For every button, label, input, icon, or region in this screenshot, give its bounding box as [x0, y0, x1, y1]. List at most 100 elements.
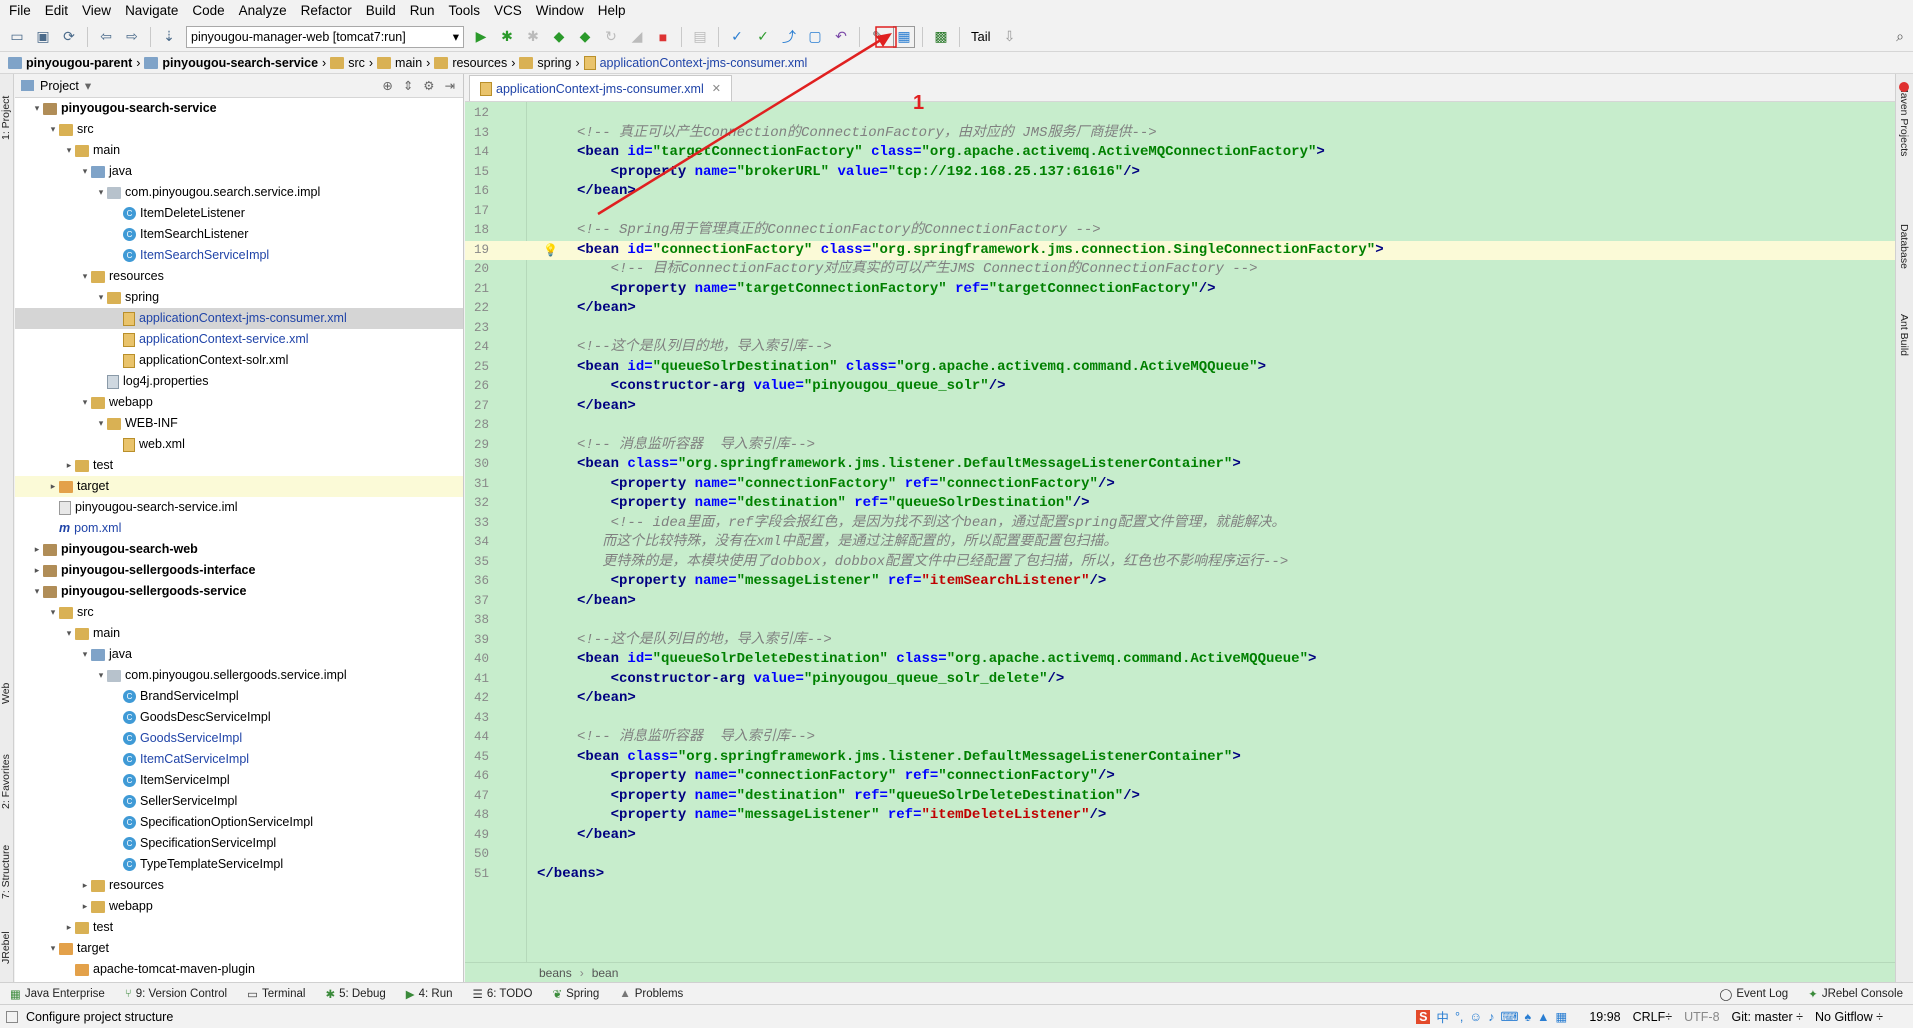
tool-window-structure[interactable]: 7: Structure: [0, 819, 14, 899]
menu-analyze[interactable]: Analyze: [232, 0, 294, 22]
vcs-history-icon[interactable]: ▢: [804, 26, 826, 48]
menu-file[interactable]: File: [2, 0, 38, 22]
tree-node[interactable]: C ItemSearchListener: [15, 224, 463, 245]
project-panel-title[interactable]: Project: [40, 79, 79, 93]
gear-icon[interactable]: ⚙: [423, 78, 434, 93]
code-line[interactable]: 33 <!-- idea里面，ref字段会报红色，是因为找不到这个bean，通过…: [465, 514, 1895, 533]
code-line[interactable]: 22 </bean>: [465, 299, 1895, 318]
run-icon[interactable]: ▶: [470, 26, 492, 48]
tree-node[interactable]: ▾ java: [15, 644, 463, 665]
menu-help[interactable]: Help: [591, 0, 633, 22]
code-line[interactable]: 23: [465, 319, 1895, 338]
breadcrumb-item[interactable]: main: [373, 56, 426, 70]
breadcrumb-item[interactable]: resources: [430, 56, 511, 70]
cursor-position[interactable]: 19:98: [1589, 1010, 1620, 1024]
expand-arrow-icon[interactable]: ▾: [47, 119, 59, 140]
sogou-ime-icon[interactable]: S: [1416, 1009, 1431, 1024]
expand-arrow-icon[interactable]: ▸: [63, 917, 75, 938]
expand-arrow-icon[interactable]: ▾: [47, 602, 59, 623]
collapse-all-icon[interactable]: ⇕: [403, 78, 413, 93]
tree-node[interactable]: ▾ main: [15, 140, 463, 161]
code-line[interactable]: 42 </bean>: [465, 689, 1895, 708]
tool-run[interactable]: ▶ 4: Run: [396, 987, 463, 1001]
search-everywhere-icon[interactable]: ⌕: [1889, 26, 1911, 48]
jrebel-run-icon[interactable]: ◆: [548, 26, 570, 48]
tree-node[interactable]: ▾ com.pinyougou.search.service.impl: [15, 182, 463, 203]
tree-node[interactable]: C SpecificationOptionServiceImpl: [15, 812, 463, 833]
code-line[interactable]: 35 更特殊的是，本模块使用了dobbox，dobbox配置文件中已经配置了包扫…: [465, 553, 1895, 572]
sdk-manager-icon[interactable]: ▩: [930, 26, 952, 48]
expand-arrow-icon[interactable]: ▾: [95, 182, 107, 203]
code-line[interactable]: 14 <bean id="targetConnectionFactory" cla…: [465, 143, 1895, 162]
tree-node[interactable]: ▾ pinyougou-sellergoods-service: [15, 581, 463, 602]
tree-node[interactable]: C GoodsDescServiceImpl: [15, 707, 463, 728]
run-config-select[interactable]: pinyougou-manager-web [tomcat7:run] ▾: [186, 25, 464, 48]
code-line[interactable]: 44 <!-- 消息监听容器 导入索引库-->: [465, 728, 1895, 747]
expand-arrow-icon[interactable]: ▾: [79, 161, 91, 182]
expand-arrow-icon[interactable]: ▸: [63, 455, 75, 476]
tool-window-maven[interactable]: Maven Projects: [1898, 84, 1910, 184]
editor-crumb-beans[interactable]: beans: [539, 966, 572, 980]
menu-tools[interactable]: Tools: [442, 0, 488, 22]
code-line[interactable]: 41 <constructor-arg value="pinyougou_que…: [465, 670, 1895, 689]
expand-arrow-icon[interactable]: ▾: [31, 98, 43, 119]
breadcrumb-item[interactable]: pinyougou-parent: [4, 56, 136, 70]
tool-terminal[interactable]: ▭ Terminal: [237, 987, 315, 1001]
tree-node[interactable]: log4j.properties: [15, 371, 463, 392]
expand-arrow-icon[interactable]: ▸: [47, 476, 59, 497]
code-line[interactable]: 12: [465, 104, 1895, 123]
expand-arrow-icon[interactable]: ▾: [79, 644, 91, 665]
tool-spring[interactable]: ❦ Spring: [542, 987, 609, 1001]
tree-node[interactable]: ▸ target: [15, 476, 463, 497]
tree-node[interactable]: ▸ pinyougou-sellergoods-interface: [15, 560, 463, 581]
debug-icon[interactable]: ✱: [496, 26, 518, 48]
open-folder-icon[interactable]: ▭: [6, 26, 28, 48]
tool-java-enterprise[interactable]: ▦ Java Enterprise: [0, 987, 115, 1001]
code-line[interactable]: 18 <!-- Spring用于管理真正的ConnectionFactory的Co…: [465, 221, 1895, 240]
tree-node[interactable]: C GoodsServiceImpl: [15, 728, 463, 749]
gitflow-status[interactable]: No Gitflow ÷: [1815, 1010, 1883, 1024]
code-line[interactable]: 20 <!-- 目标ConnectionFactory对应真实的可以产生JMS …: [465, 260, 1895, 279]
tree-node[interactable]: ▾ pinyougou-search-service: [15, 98, 463, 119]
menu-build[interactable]: Build: [359, 0, 403, 22]
revert-icon[interactable]: ↶: [830, 26, 852, 48]
tree-node[interactable]: ▾ WEB-INF: [15, 413, 463, 434]
expand-arrow-icon[interactable]: ▾: [95, 665, 107, 686]
tree-node[interactable]: ▾ java: [15, 161, 463, 182]
code-line[interactable]: 28: [465, 416, 1895, 435]
editor-crumb-bean[interactable]: bean: [592, 966, 619, 980]
code-line[interactable]: 40 <bean id="queueSolrDeleteDestination" …: [465, 650, 1895, 669]
file-encoding[interactable]: UTF-8: [1684, 1010, 1719, 1024]
tool-window-jrebel[interactable]: JRebel: [0, 909, 14, 964]
code-line[interactable]: 24 <!--这个是队列目的地，导入索引库-->: [465, 338, 1895, 357]
ime-keyboard-icon[interactable]: ⌨: [1500, 1009, 1518, 1024]
tool-version-control[interactable]: ⑂ 9: Version Control: [115, 988, 237, 1000]
code-line[interactable]: 36 <property name="messageListener" ref=…: [465, 572, 1895, 591]
expand-arrow-icon[interactable]: ▸: [31, 560, 43, 581]
tool-window-ant[interactable]: Ant Build: [1898, 314, 1910, 374]
expand-arrow-icon[interactable]: ▾: [79, 266, 91, 287]
tree-node[interactable]: ▾ src: [15, 602, 463, 623]
code-line[interactable]: 16 </bean>: [465, 182, 1895, 201]
tool-problems[interactable]: ▲ Problems: [609, 988, 693, 1000]
breadcrumb-item[interactable]: pinyougou-search-service: [140, 56, 322, 70]
menu-refactor[interactable]: Refactor: [294, 0, 359, 22]
tool-window-favorites[interactable]: 2: Favorites: [0, 729, 14, 809]
tree-node[interactable]: ▾ spring: [15, 287, 463, 308]
save-icon[interactable]: ▣: [32, 26, 54, 48]
ime-grid-icon[interactable]: ▦: [1556, 1009, 1568, 1024]
jrebel-debug-icon[interactable]: ◆: [574, 26, 596, 48]
code-line[interactable]: 37 </bean>: [465, 592, 1895, 611]
tree-node[interactable]: web.xml: [15, 434, 463, 455]
code-line[interactable]: 19 <bean id="connectionFactory" class="or…: [465, 240, 1895, 260]
tree-node[interactable]: pinyougou-search-service.iml: [15, 497, 463, 518]
back-icon[interactable]: ⇦: [95, 26, 117, 48]
code-line[interactable]: 34 而这个比较特殊，没有在xml中配置，是通过注解配置的，所以配置要配置包扫描…: [465, 533, 1895, 552]
chevron-down-icon[interactable]: ▾: [85, 78, 91, 93]
code-editor[interactable]: 12 13 <!-- 真正可以产生Connection的ConnectionFact…: [465, 102, 1895, 962]
tree-node[interactable]: C ItemSearchServiceImpl: [15, 245, 463, 266]
expand-arrow-icon[interactable]: ▸: [79, 896, 91, 917]
tree-node[interactable]: applicationContext-jms-consumer.xml: [15, 308, 463, 329]
tree-node[interactable]: ▾ main: [15, 623, 463, 644]
code-line[interactable]: 25 <bean id="queueSolrDestination" class=…: [465, 358, 1895, 377]
